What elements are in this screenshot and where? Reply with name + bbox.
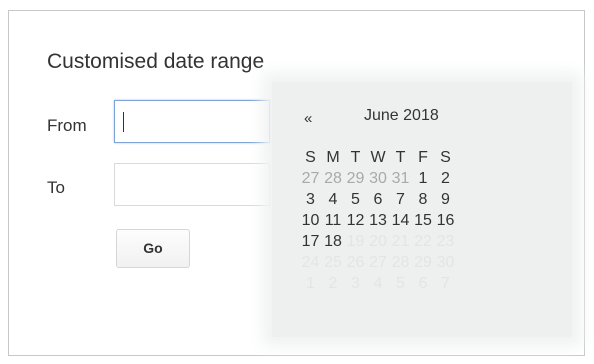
weekday-header-row: SMTWTFS [300, 147, 458, 168]
calendar-day[interactable]: 19 [345, 231, 366, 252]
calendar-day[interactable]: 29 [345, 168, 366, 189]
calendar-week-row: 24 25 26 27 28 29 30 [300, 252, 458, 273]
calendar-day[interactable]: 12 [345, 210, 366, 231]
weekday-header: T [350, 149, 361, 166]
calendar-day[interactable]: 6 [368, 189, 389, 210]
calendar-day[interactable]: 23 [435, 231, 456, 252]
calendar-day[interactable]: 26 [345, 252, 366, 273]
weekday-header: T [395, 149, 406, 166]
calendar-day[interactable]: 3 [300, 189, 321, 210]
calendar-day[interactable]: 11 [323, 210, 344, 231]
dialog-title: Customised date range [47, 50, 265, 73]
weekday-header: M [326, 149, 340, 166]
calendar-day[interactable]: 13 [368, 210, 389, 231]
calendar-day[interactable]: 9 [435, 189, 456, 210]
go-button[interactable]: Go [116, 229, 190, 268]
weekday-header: S [440, 149, 451, 166]
calendar-weeks: 27 28 29 30 31 1 2 3 4 5 6 7 8 9 10 11 12 13 14 15 16 17 18 19 2… [300, 168, 458, 294]
calendar-day[interactable]: 31 [390, 168, 411, 189]
calendar-day[interactable]: 22 [413, 231, 434, 252]
calendar-day[interactable]: 1 [300, 273, 321, 294]
calendar-day[interactable]: 28 [390, 252, 411, 273]
calendar-day[interactable]: 4 [368, 273, 389, 294]
calendar-day[interactable]: 16 [435, 210, 456, 231]
previous-month-button[interactable]: « [304, 110, 312, 127]
calendar-week-row: 27 28 29 30 31 1 2 [300, 168, 458, 189]
calendar-week-row: 3456789 [300, 189, 458, 210]
from-label: From [47, 116, 87, 135]
calendar-day[interactable]: 27 [300, 168, 321, 189]
calendar-week-row: 17 18 19 20 21 22 23 [300, 231, 458, 252]
to-label: To [47, 178, 65, 197]
calendar-day[interactable]: 17 [300, 231, 321, 252]
calendar-day[interactable]: 18 [323, 231, 344, 252]
calendar-day[interactable]: 8 [413, 189, 434, 210]
calendar-day[interactable]: 5 [390, 273, 411, 294]
calendar-week-row: 10 11 12 13 14 15 16 [300, 210, 458, 231]
calendar-day[interactable]: 29 [413, 252, 434, 273]
calendar-day[interactable]: 1 [413, 168, 434, 189]
calendar-day[interactable]: 4 [323, 189, 344, 210]
calendar-day[interactable]: 15 [413, 210, 434, 231]
calendar-day[interactable]: 14 [390, 210, 411, 231]
calendar-day[interactable]: 28 [323, 168, 344, 189]
calendar-month-label: June 2018 [364, 107, 439, 124]
text-cursor [123, 112, 124, 132]
calendar-day[interactable]: 20 [368, 231, 389, 252]
calendar-day[interactable]: 30 [368, 168, 389, 189]
weekday-header: W [370, 149, 386, 166]
from-date-input[interactable] [114, 100, 270, 143]
calendar-day[interactable]: 24 [300, 252, 321, 273]
calendar-day[interactable]: 30 [435, 252, 456, 273]
calendar-day[interactable]: 2 [435, 168, 456, 189]
calendar-day[interactable]: 21 [390, 231, 411, 252]
calendar-day[interactable]: 5 [345, 189, 366, 210]
calendar-day[interactable]: 3 [345, 273, 366, 294]
weekday-header: S [305, 149, 316, 166]
date-picker-calendar: « June 2018 SMTWTFS 27 28 29 30 31 1 2 3 4 5 6 7 8 9 1… [272, 82, 572, 337]
calendar-day[interactable]: 25 [323, 252, 344, 273]
to-date-input[interactable] [114, 163, 270, 206]
calendar-day[interactable]: 10 [300, 210, 321, 231]
calendar-day[interactable]: 7 [390, 189, 411, 210]
weekday-header: F [418, 149, 428, 166]
calendar-grid: SMTWTFS 27 28 29 30 31 1 2 3 4 5 6 7 8 9 10 11 12 13 14 15 1… [300, 147, 458, 294]
calendar-day[interactable]: 7 [435, 273, 456, 294]
calendar-week-row: 1234567 [300, 273, 458, 294]
calendar-day[interactable]: 27 [368, 252, 389, 273]
calendar-day[interactable]: 2 [323, 273, 344, 294]
calendar-day[interactable]: 6 [413, 273, 434, 294]
